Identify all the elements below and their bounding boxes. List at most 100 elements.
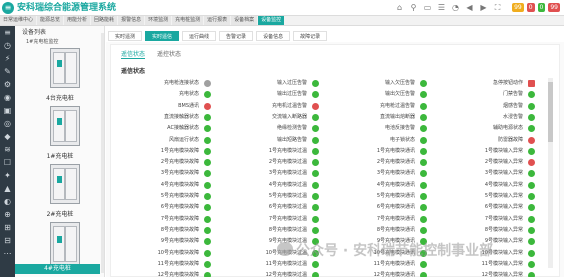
status-item: 1号充电模块通讯 bbox=[327, 146, 427, 157]
sidebar-menu-icon[interactable]: ☐ bbox=[0, 156, 15, 169]
status-indicator-icon bbox=[528, 102, 535, 110]
nav-tab[interactable]: 用能分析 bbox=[64, 16, 91, 25]
nav-tab[interactable]: 运行报表 bbox=[204, 16, 231, 25]
charging-cabinet-image[interactable] bbox=[50, 48, 80, 88]
status-item: 充电枪过温告警 bbox=[327, 101, 427, 112]
status-label: 风扇运行状态 bbox=[168, 136, 199, 143]
charging-cabinet-image[interactable] bbox=[50, 106, 80, 146]
sidebar-menu-icon[interactable]: ▲ bbox=[0, 182, 15, 195]
cabinet-label[interactable]: 2#充电桩 bbox=[15, 209, 104, 218]
status-indicator-icon bbox=[420, 136, 427, 144]
status-item: 12号充电模块故障 bbox=[111, 270, 211, 277]
header-badges: 99 0 0 99 bbox=[512, 3, 560, 12]
header-tool-icon[interactable]: ▶ bbox=[479, 3, 488, 12]
status-item: 10号充电模块故障 bbox=[111, 248, 211, 259]
status-label: 6号充电模块故障 bbox=[160, 204, 199, 211]
sidebar-menu-icon[interactable]: ◆ bbox=[0, 130, 15, 143]
sidebar-menu-icon[interactable]: ⊕ bbox=[0, 208, 15, 221]
status-label: 充电机过温告警 bbox=[271, 102, 307, 109]
panel-tab[interactable]: 故障记录 bbox=[293, 31, 328, 41]
header-tool-icon[interactable]: ⚲ bbox=[409, 3, 418, 12]
status-row: 12号充电模块故障 12号充电模块过温 12号充电模块通讯 12号模块输入异常 bbox=[111, 270, 557, 277]
status-label: 7号充电模块通讯 bbox=[376, 215, 415, 222]
status-indicator-icon bbox=[420, 170, 427, 178]
status-indicator-icon bbox=[420, 147, 427, 155]
sidebar-menu-icon[interactable]: ◎ bbox=[0, 117, 15, 130]
sidebar-menu-icon[interactable]: ◷ bbox=[0, 39, 15, 52]
status-label: 1号充电模块故障 bbox=[160, 147, 199, 154]
equipment-group-label[interactable]: 1#充电桩监控 bbox=[26, 38, 58, 45]
panel-tab[interactable]: 运行曲线 bbox=[182, 31, 217, 41]
cabinet-label[interactable]: 1#充电桩 bbox=[15, 151, 104, 160]
scrollbar-thumb[interactable] bbox=[548, 82, 553, 142]
header-tool-icon[interactable]: ⌂ bbox=[395, 3, 404, 12]
status-indicator-icon bbox=[420, 125, 427, 133]
nav-tab[interactable]: 设备监控 bbox=[258, 16, 285, 25]
cabinet-door bbox=[53, 110, 65, 142]
status-label: 直流接触器状态 bbox=[163, 113, 199, 120]
status-item: 12号充电模块通讯 bbox=[327, 270, 427, 277]
status-item: 烟感告警 bbox=[435, 101, 535, 112]
status-label: 2号充电模块通讯 bbox=[376, 159, 415, 166]
sidebar-menu-icon[interactable]: ▣ bbox=[0, 104, 15, 117]
header-tool-icon[interactable]: ▭ bbox=[423, 3, 432, 12]
content-scrollbar[interactable] bbox=[548, 78, 553, 268]
notification-badge[interactable]: 0 bbox=[537, 3, 546, 12]
status-row: BMS通讯 充电机过温告警 充电枪过温告警 烟感告警 bbox=[111, 101, 557, 112]
equipment-scrollbar[interactable] bbox=[101, 33, 104, 273]
sidebar-menu-icon[interactable]: ≡ bbox=[0, 26, 15, 39]
sub-tab[interactable]: 遥信状态 bbox=[121, 49, 146, 59]
sidebar-menu-icon[interactable]: ◉ bbox=[0, 91, 15, 104]
status-item: 5号充电模块故障 bbox=[111, 191, 211, 202]
nav-tab[interactable]: 报警信息 bbox=[118, 16, 145, 25]
sidebar-menu-icon[interactable]: ✦ bbox=[0, 169, 15, 182]
nav-tab[interactable]: 设备档案 bbox=[231, 16, 258, 25]
status-indicator-icon bbox=[420, 80, 427, 87]
nav-tab[interactable]: 充电桩监测 bbox=[172, 16, 204, 25]
sidebar-menu-icon[interactable]: ≋ bbox=[0, 143, 15, 156]
cabinet-door bbox=[65, 110, 77, 142]
top-header: ≡ 安科瑞综合能源管理系统 ⌂ ⚲ ▭ ☰ ◔ ◀ ▶ ⛶ 99 0 0 99 bbox=[0, 0, 564, 16]
status-label: 6号充电模块过温 bbox=[268, 204, 307, 211]
status-indicator-icon bbox=[420, 260, 427, 268]
nav-tab[interactable]: 环境监测 bbox=[145, 16, 172, 25]
sidebar-menu-icon[interactable]: ✎ bbox=[0, 65, 15, 78]
status-item: 2号充电模块通讯 bbox=[327, 157, 427, 168]
nav-tab[interactable]: 能源总览 bbox=[37, 16, 64, 25]
cabinet-label[interactable]: 4台充电桩 bbox=[15, 93, 104, 102]
sidebar-menu-icon[interactable]: ⚡ bbox=[0, 52, 15, 65]
status-item: 11号模块输入异常 bbox=[435, 259, 535, 270]
equipment-selected-item[interactable]: 4#充电桩 bbox=[15, 264, 100, 274]
status-label: 12号充电模块通讯 bbox=[373, 272, 415, 277]
nav-tab[interactable]: 日常运维中心 bbox=[0, 16, 37, 25]
panel-tab[interactable]: 实时遥信 bbox=[145, 31, 180, 41]
header-tool-icon[interactable]: ◔ bbox=[451, 3, 460, 12]
status-indicator-icon bbox=[420, 159, 427, 167]
charging-cabinet-image[interactable] bbox=[50, 222, 80, 266]
header-tool-icon[interactable]: ◀ bbox=[465, 3, 474, 12]
status-item: 输入欠压告警 bbox=[327, 78, 427, 89]
panel-tab[interactable]: 设备信息 bbox=[256, 31, 291, 41]
status-label: 4号充电模块故障 bbox=[160, 181, 199, 188]
sidebar-menu-icon[interactable]: ⊟ bbox=[0, 234, 15, 247]
sidebar-menu-icon[interactable]: ⋯ bbox=[0, 247, 15, 260]
status-item: 3号充电模块通讯 bbox=[327, 168, 427, 179]
status-label: 水浸告警 bbox=[502, 113, 523, 120]
panel-tab[interactable]: 实时遥测 bbox=[108, 31, 143, 41]
panel-tab[interactable]: 告警记录 bbox=[219, 31, 254, 41]
sidebar-menu-icon[interactable]: ⚙ bbox=[0, 78, 15, 91]
charging-cabinet-image[interactable] bbox=[50, 164, 80, 204]
notification-badge[interactable]: 99 bbox=[512, 3, 524, 12]
status-item: 6号模块输入异常 bbox=[435, 202, 535, 213]
status-indicator-icon bbox=[312, 260, 319, 268]
sidebar-menu-icon[interactable]: ◐ bbox=[0, 195, 15, 208]
sub-tab[interactable]: 遥控状态 bbox=[157, 49, 181, 59]
nav-tab[interactable]: 回路能耗 bbox=[91, 16, 118, 25]
header-tool-icon[interactable]: ☰ bbox=[437, 3, 446, 12]
status-label: 交流输入断路器 bbox=[271, 113, 307, 120]
notification-badge[interactable]: 99 bbox=[548, 3, 560, 12]
status-label: 3号充电模块通讯 bbox=[376, 170, 415, 177]
sidebar-menu-icon[interactable]: ⊞ bbox=[0, 221, 15, 234]
header-tool-icon[interactable]: ⛶ bbox=[493, 3, 502, 12]
notification-badge[interactable]: 0 bbox=[526, 3, 535, 12]
